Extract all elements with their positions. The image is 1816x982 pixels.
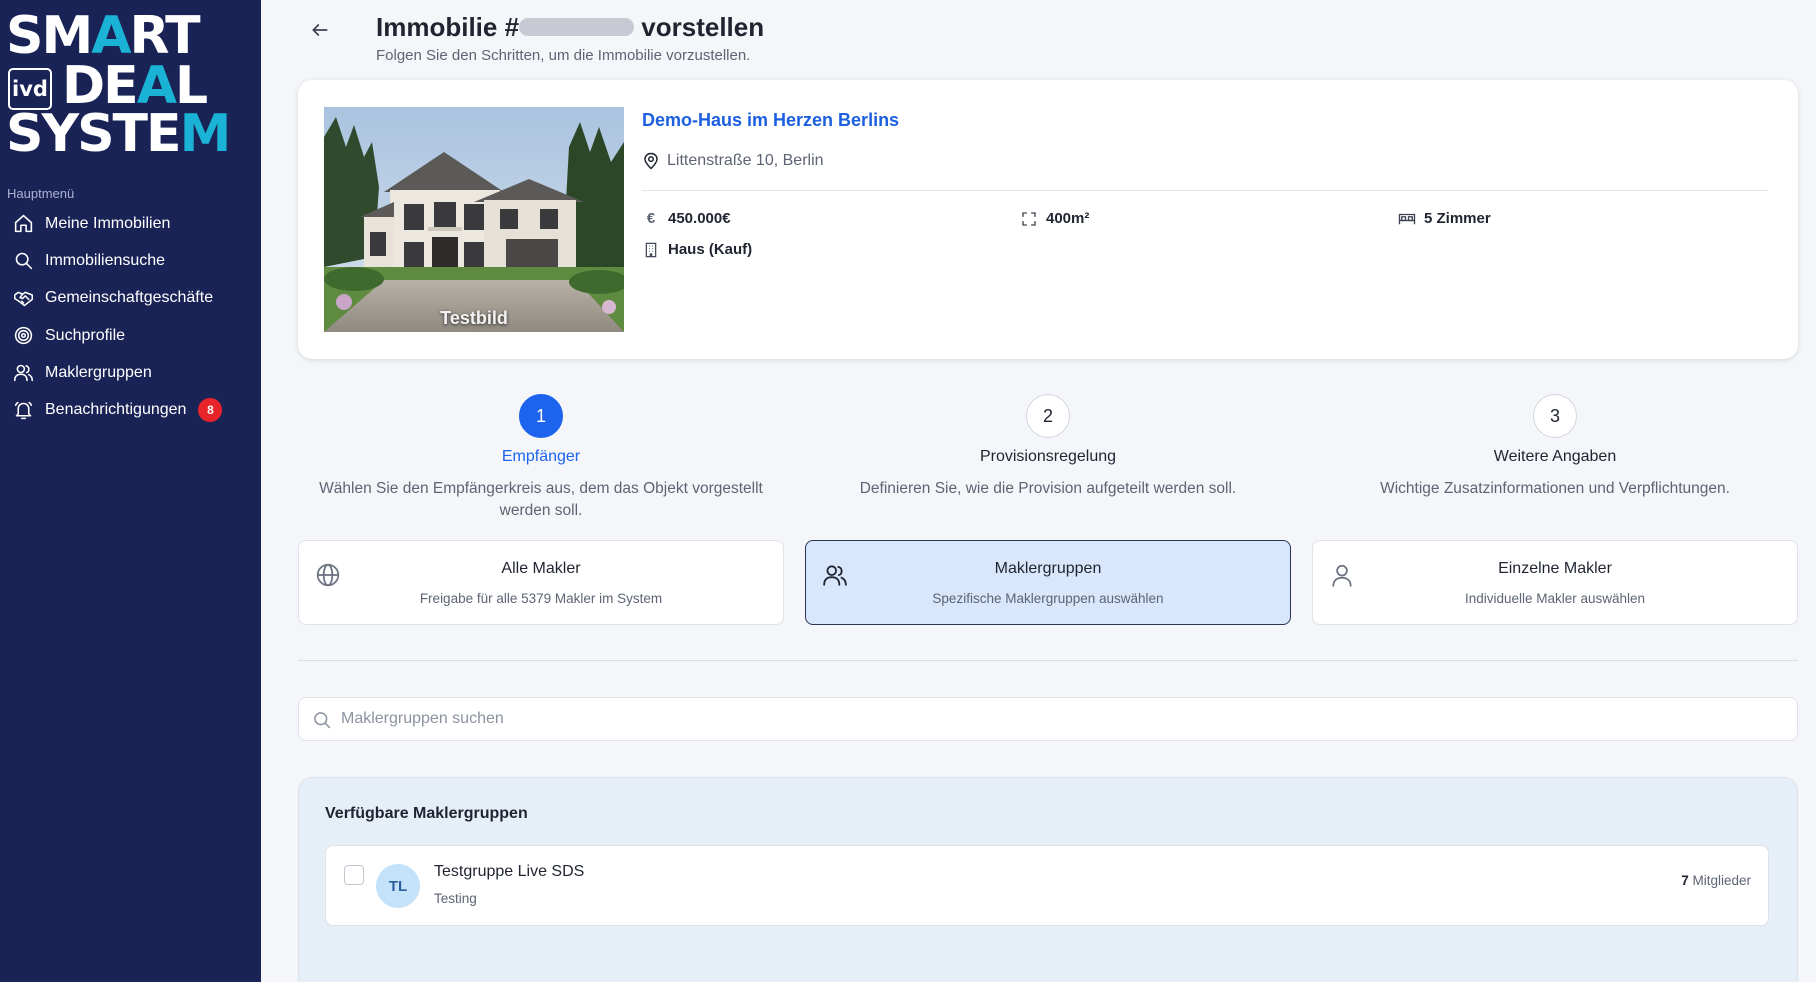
sidebar-item-label: Maklergruppen xyxy=(45,363,152,381)
map-pin-icon xyxy=(644,152,658,170)
sidebar-item-gemeinschaftgeschaefte[interactable]: Gemeinschaftgeschäfte xyxy=(0,280,261,317)
step-description: Wichtige Zusatzinformationen und Verpfli… xyxy=(1312,478,1798,500)
image-caption: Testbild xyxy=(440,308,508,328)
property-image: Testbild xyxy=(324,107,624,332)
back-arrow-button[interactable] xyxy=(305,15,335,45)
option-einzelne-makler[interactable]: Einzelne Makler Individuelle Makler ausw… xyxy=(1312,540,1798,625)
page-title-suffix: vorstellen xyxy=(641,12,765,42)
step-number: 2 xyxy=(1026,394,1070,438)
property-rooms-value: 5 Zimmer xyxy=(1424,210,1491,227)
option-title: Alle Makler xyxy=(501,560,581,577)
property-divider xyxy=(642,190,1768,191)
sidebar-item-label: Immobiliensuche xyxy=(45,251,166,269)
page-title: Immobilie # vorstellen xyxy=(376,12,764,43)
logo-line-3: SYSTEM xyxy=(6,104,231,164)
option-alle-makler[interactable]: Alle Makler Freigabe für alle 5379 Makle… xyxy=(298,540,784,625)
menu-heading: Hauptmenü xyxy=(7,186,75,201)
group-search-input[interactable] xyxy=(341,698,1781,740)
step-description: Wählen Sie den Empfängerkreis aus, dem d… xyxy=(298,478,784,522)
target-icon xyxy=(12,325,34,347)
available-groups-panel: Verfügbare Maklergruppen TL Testgruppe L… xyxy=(298,777,1798,982)
group-list-item[interactable]: TL Testgruppe Live SDS Testing 7 Mitglie… xyxy=(325,845,1769,926)
option-subtitle: Freigabe für alle 5379 Makler im System xyxy=(419,591,663,606)
property-area: 400m² xyxy=(1020,210,1089,227)
expand-icon xyxy=(1020,211,1038,227)
step-empfaenger[interactable]: 1 Empfänger Wählen Sie den Empfängerkrei… xyxy=(298,394,784,522)
property-type-value: Haus (Kauf) xyxy=(668,241,753,258)
euro-icon: € xyxy=(646,210,656,227)
group-member-count: 7 Mitglieder xyxy=(1681,873,1751,888)
page-title-prefix: Immobilie # xyxy=(376,12,520,42)
step-label: Provisionsregelung xyxy=(979,448,1117,465)
option-title: Maklergruppen xyxy=(994,560,1102,577)
search-icon xyxy=(12,250,34,272)
logo-line-1: SMART xyxy=(6,6,201,66)
group-checkbox[interactable] xyxy=(344,865,364,885)
step-description-line: Wählen Sie den Empfängerkreis aus, dem d… xyxy=(319,480,763,497)
sidebar-item-suchprofile[interactable]: Suchprofile xyxy=(0,317,261,354)
sidebar-item-benachrichtigungen[interactable]: Benachrichtigungen 8 xyxy=(0,391,261,428)
users-icon xyxy=(12,362,34,384)
building-icon xyxy=(642,242,660,258)
step-weitere-angaben[interactable]: 3 Weitere Angaben Wichtige Zusatzinforma… xyxy=(1312,394,1798,500)
step-label: Weitere Angaben xyxy=(1493,448,1617,465)
bell-icon xyxy=(12,399,34,421)
handshake-icon xyxy=(12,287,34,309)
sidebar-item-immobiliensuche[interactable]: Immobiliensuche xyxy=(0,242,261,279)
step-description-line: Wichtige Zusatzinformationen und Verpfli… xyxy=(1380,480,1730,497)
sidebar-item-label: Gemeinschaftgeschäfte xyxy=(45,289,214,307)
notification-count-badge: 8 xyxy=(198,398,223,423)
property-address-text: Littenstraße 10, Berlin xyxy=(667,152,824,169)
group-avatar: TL xyxy=(376,864,420,908)
sidebar-item-meine-immobilien[interactable]: Meine Immobilien xyxy=(0,205,261,242)
sidebar-item-label: Suchprofile xyxy=(45,326,126,344)
step-description-line: werden soll. xyxy=(499,502,583,519)
sidebar-item-label: Meine Immobilien xyxy=(45,214,171,232)
main-menu: Meine Immobilien Immobiliensuche Gemeins… xyxy=(0,205,261,429)
group-name: Testgruppe Live SDS xyxy=(434,863,585,880)
option-title: Einzelne Makler xyxy=(1498,560,1612,577)
group-search-box xyxy=(298,697,1798,741)
property-title-link[interactable]: Demo-Haus im Herzen Berlins xyxy=(642,110,899,131)
step-description-line: Definieren Sie, wie die Provision aufget… xyxy=(859,480,1237,497)
redacted-property-id xyxy=(519,18,635,37)
step-number: 1 xyxy=(519,394,563,438)
step-number: 3 xyxy=(1533,394,1577,438)
property-rooms: 5 Zimmer xyxy=(1398,210,1491,227)
step-label: Empfänger xyxy=(501,448,581,465)
property-price-value: 450.000€ xyxy=(668,210,731,227)
sidebar: SMART ivd DEAL SYSTEM Hauptmenü Meine Im… xyxy=(0,0,261,982)
step-provisionsregelung[interactable]: 2 Provisionsregelung Definieren Sie, wie… xyxy=(805,394,1291,500)
sidebar-item-maklergruppen[interactable]: Maklergruppen xyxy=(0,354,261,391)
property-area-value: 400m² xyxy=(1046,210,1090,227)
available-groups-heading: Verfügbare Maklergruppen xyxy=(325,805,528,822)
group-description: Testing xyxy=(434,891,477,906)
group-member-number: 7 xyxy=(1681,873,1689,888)
property-type: Haus (Kauf) xyxy=(642,241,752,258)
property-price: € 450.000€ xyxy=(642,210,731,227)
home-icon xyxy=(12,213,34,235)
property-card: Testbild Demo-Haus im Herzen Berlins Lit… xyxy=(298,80,1798,359)
sidebar-item-label: Benachrichtigungen xyxy=(45,401,187,419)
step-description: Definieren Sie, wie die Provision aufget… xyxy=(805,478,1291,500)
option-maklergruppen[interactable]: Maklergruppen Spezifische Maklergruppen … xyxy=(805,540,1291,625)
page-subtitle: Folgen Sie den Schritten, um die Immobil… xyxy=(376,47,751,64)
bed-icon xyxy=(1398,211,1416,227)
option-subtitle: Spezifische Maklergruppen auswählen xyxy=(932,591,1164,606)
section-divider xyxy=(298,660,1798,661)
group-member-label: Mitglieder xyxy=(1692,873,1751,888)
search-icon xyxy=(314,712,331,729)
property-address: Littenstraße 10, Berlin xyxy=(642,152,824,170)
arrow-left-icon xyxy=(312,24,328,36)
option-subtitle: Individuelle Makler auswählen xyxy=(1464,591,1646,606)
smart-deal-system-logo[interactable]: SMART ivd DEAL SYSTEM xyxy=(6,6,256,164)
